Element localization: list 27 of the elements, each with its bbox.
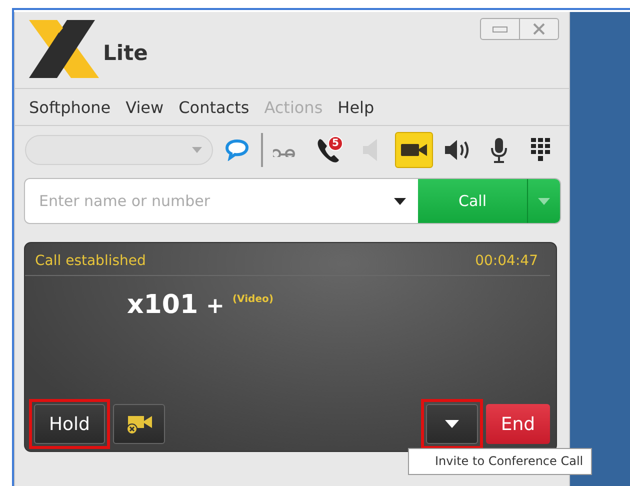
missed-count-badge: 5 <box>328 136 343 151</box>
add-party-button[interactable]: + <box>206 294 224 319</box>
x-logo-icon <box>29 20 99 78</box>
menu-item[interactable]: Softphone <box>29 98 111 116</box>
microphone-icon[interactable] <box>488 135 510 165</box>
minimize-icon[interactable] <box>492 25 508 33</box>
call-status: Call established <box>35 253 146 269</box>
toolbar-button[interactable]: 5 <box>311 133 347 167</box>
video-off-button[interactable] <box>112 404 165 444</box>
keypad-icon[interactable] <box>530 137 552 163</box>
end-call-button[interactable]: End <box>486 404 550 444</box>
toolbar-button[interactable] <box>395 132 433 168</box>
caret-icon <box>445 420 459 428</box>
call-party: x101 <box>127 290 198 320</box>
menu-item[interactable]: Contacts <box>178 98 250 116</box>
app-title: Lite <box>103 41 148 65</box>
video-off-icon <box>124 413 153 435</box>
menu-item[interactable]: View <box>126 98 164 116</box>
tooltip: Invite to Conference Call <box>408 448 592 475</box>
close-icon[interactable] <box>532 23 546 35</box>
video-camera-icon[interactable] <box>400 141 428 159</box>
hold-button[interactable]: Hold <box>34 404 105 444</box>
menu-item[interactable]: Help <box>338 98 374 116</box>
media-label: (Video) <box>232 294 274 305</box>
chat-icon[interactable] <box>225 139 249 161</box>
call-duration: 00:04:47 <box>475 253 538 269</box>
caret-icon <box>192 147 202 153</box>
